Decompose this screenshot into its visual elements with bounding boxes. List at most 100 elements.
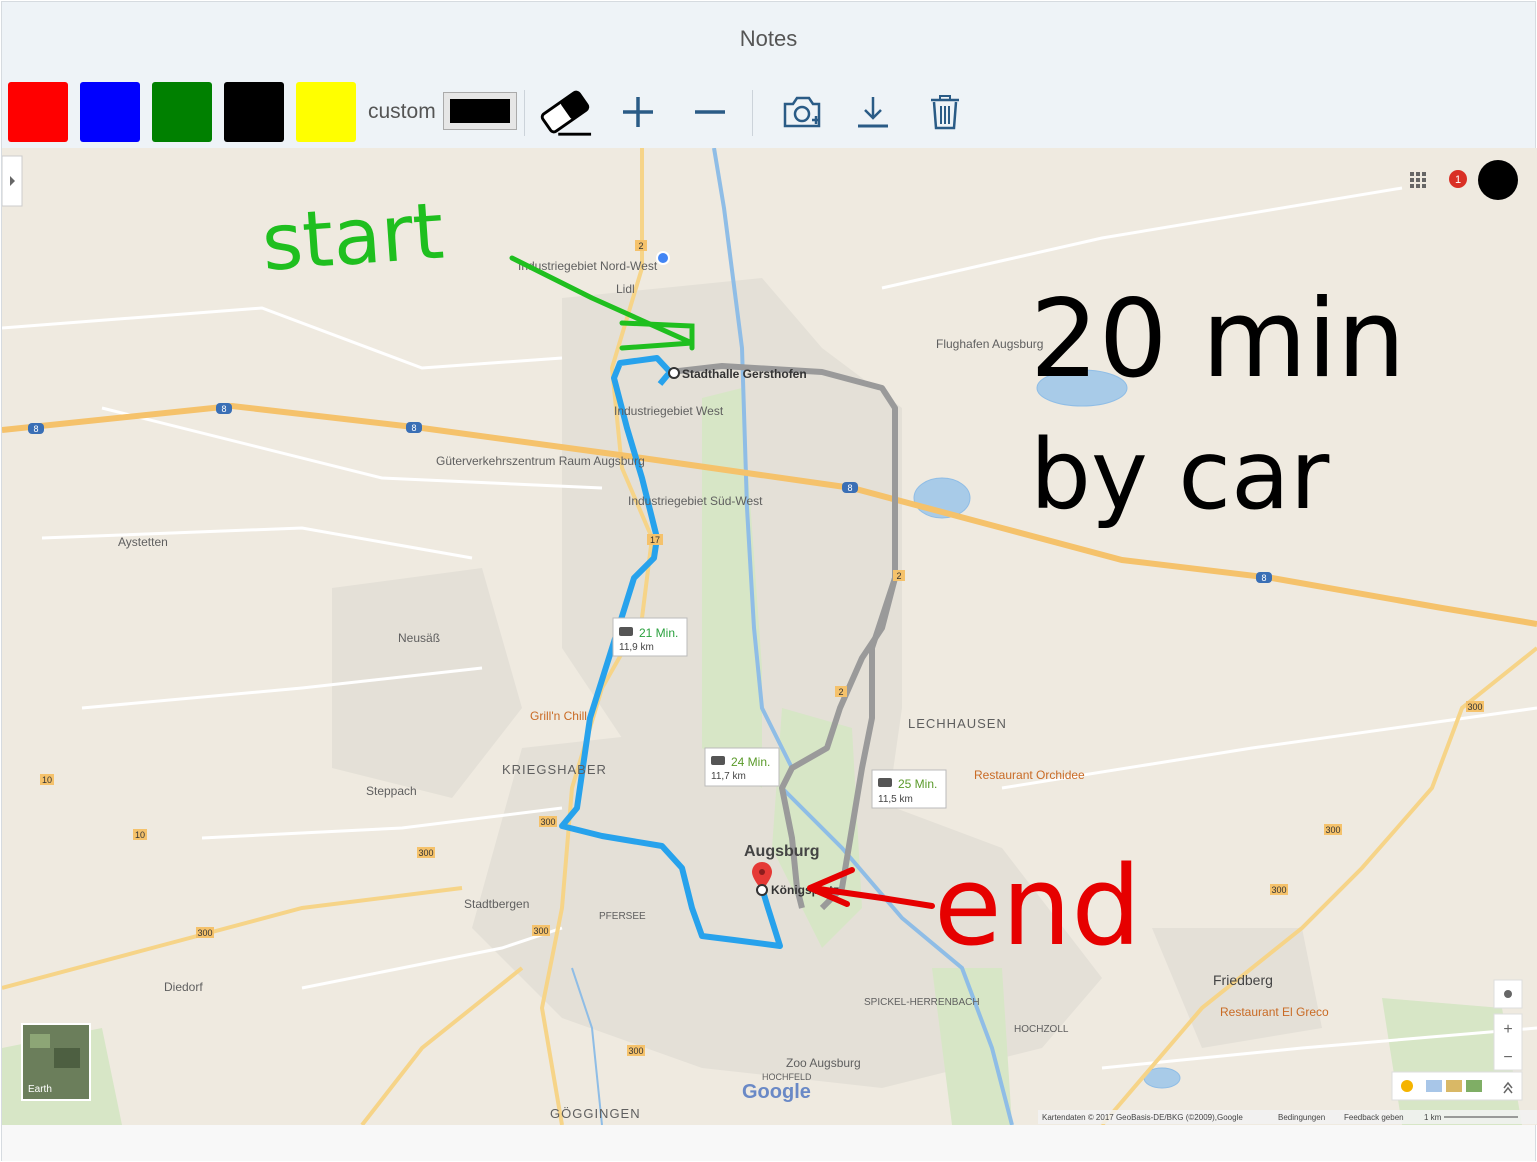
download-button[interactable]: [845, 86, 901, 138]
place-stadthalle: Stadthalle Gersthofen: [682, 367, 807, 381]
window-title: Notes: [739, 26, 798, 51]
terms-link[interactable]: Bedingungen: [1278, 1113, 1325, 1122]
route-distance: 11,7 km: [711, 771, 746, 782]
road-badge: 10: [42, 775, 52, 785]
annotation-duration-line1: 20 min: [1030, 277, 1405, 402]
scale-label: 1 km: [1424, 1113, 1442, 1122]
annotation-duration-line2: by car: [1030, 419, 1330, 531]
place-flughafen: Flughafen Augsburg: [936, 337, 1043, 351]
zoom-out-icon: [695, 110, 725, 114]
place-grill: Grill'n Chill: [530, 709, 587, 723]
current-location-icon: [656, 251, 670, 265]
sidebar-toggle[interactable]: [2, 155, 23, 207]
annotation-end: end: [934, 842, 1141, 970]
layer-thumbnail[interactable]: [1466, 1080, 1482, 1092]
place-industriegebiet-west: Industriegebiet West: [614, 404, 724, 418]
road-badge: 10: [135, 830, 145, 840]
route-info-2[interactable]: 24 Min. 11,7 km: [704, 747, 780, 787]
feedback-link[interactable]: Feedback geben: [1344, 1113, 1404, 1122]
notification-count: 1: [1455, 174, 1461, 186]
place-hochzoll: HOCHZOLL: [1014, 1024, 1069, 1035]
place-restaurant-el-greco: Restaurant El Greco: [1220, 1005, 1329, 1019]
road-badge: 8: [33, 424, 38, 434]
road-badge: 300: [1271, 885, 1286, 895]
road-badge: 300: [418, 848, 433, 858]
road-badge: 300: [533, 926, 548, 936]
delete-button[interactable]: [917, 86, 973, 138]
route-distance: 11,9 km: [619, 642, 654, 653]
map-layers-bar[interactable]: [1391, 1071, 1523, 1101]
toolbar-divider: [752, 90, 753, 136]
add-image-button[interactable]: [774, 86, 830, 138]
map-zoom-out-button[interactable]: −: [1503, 1049, 1512, 1066]
pegman-icon[interactable]: [1401, 1080, 1413, 1092]
place-neusaess: Neusäß: [398, 631, 440, 645]
place-lechhausen: LECHHAUSEN: [908, 716, 1007, 731]
footer-bar: [2, 1125, 1535, 1161]
delete-icon: [931, 95, 959, 130]
custom-color-picker[interactable]: [443, 92, 517, 130]
place-goeggingen: GÖGGINGEN: [550, 1106, 641, 1121]
earth-label: Earth: [28, 1084, 52, 1095]
eraser-icon: [540, 90, 592, 136]
avatar[interactable]: [1478, 160, 1518, 200]
route-info-1[interactable]: 21 Min. 11,9 km: [612, 617, 688, 657]
road-badge: 8: [1261, 573, 1266, 583]
place-kriegshaber: KRIEGSHABER: [502, 762, 607, 777]
map-zoom-controls: + −: [1493, 979, 1523, 1071]
car-icon: [878, 778, 892, 787]
zoom-in-button[interactable]: [610, 86, 666, 138]
color-yellow-button[interactable]: [296, 82, 356, 142]
attribution-bar: Kartendaten © 2017 GeoBasis-DE/BKG (©200…: [1038, 1110, 1537, 1124]
layer-thumbnail[interactable]: [1446, 1080, 1462, 1092]
add-image-icon: [783, 96, 821, 128]
route-time: 24 Min.: [731, 755, 770, 769]
attribution-text: Kartendaten © 2017 GeoBasis-DE/BKG (©200…: [1042, 1113, 1243, 1122]
earth-view-toggle[interactable]: Earth: [21, 1023, 91, 1101]
road-badge: 17: [650, 535, 660, 545]
color-red-button[interactable]: [8, 82, 68, 142]
car-icon: [711, 756, 725, 765]
zoom-out-button[interactable]: [682, 86, 738, 138]
toolbar: custom: [2, 78, 1535, 149]
road-badge: 2: [638, 241, 643, 251]
road-badge: 300: [628, 1046, 643, 1056]
place-pfersee: PFERSEE: [599, 911, 646, 922]
color-blue-button[interactable]: [80, 82, 140, 142]
map-zoom-in-button[interactable]: +: [1503, 1021, 1512, 1038]
map-canvas[interactable]: 2 17 2 2 8 8 8 8 8 300 300 300 300 300 3…: [2, 148, 1537, 1125]
annotation-start: start: [259, 187, 447, 289]
place-gueterverkehr: Güterverkehrszentrum Raum Augsburg: [436, 454, 645, 468]
map-svg[interactable]: 2 17 2 2 8 8 8 8 8 300 300 300 300 300 3…: [2, 148, 1537, 1125]
place-restaurant-orchidee: Restaurant Orchidee: [974, 768, 1085, 782]
place-spickel: SPICKEL-HERRENBACH: [864, 997, 980, 1008]
color-black-button[interactable]: [224, 82, 284, 142]
road-badge: 300: [1325, 825, 1340, 835]
place-steppach: Steppach: [366, 784, 417, 798]
place-aystetten: Aystetten: [118, 535, 168, 549]
route-info-3[interactable]: 25 Min. 11,5 km: [871, 769, 947, 809]
place-stadtbergen: Stadtbergen: [464, 897, 529, 911]
place-diedorf: Diedorf: [164, 980, 203, 994]
notes-window: Notes custom 2 17 2 2 8 8 8 8 8 300 300 …: [1, 1, 1537, 1161]
place-lidl: Lidl: [616, 282, 635, 296]
eraser-button[interactable]: [537, 86, 593, 138]
color-green-button[interactable]: [152, 82, 212, 142]
road-badge: 8: [847, 483, 852, 493]
place-augsburg: Augsburg: [744, 843, 820, 860]
road-badge: 300: [197, 928, 212, 938]
road-badge: 8: [221, 404, 226, 414]
toolbar-divider: [524, 90, 525, 136]
title-bar: Notes: [2, 2, 1535, 78]
car-icon: [619, 627, 633, 636]
google-logo: Google: [742, 1081, 811, 1103]
road-badge: 2: [896, 571, 901, 581]
start-marker-icon: [668, 367, 680, 379]
custom-color-preview: [450, 99, 510, 123]
zoom-in-icon: [623, 97, 653, 127]
road-badge: 300: [1467, 702, 1482, 712]
route-time: 25 Min.: [898, 777, 937, 791]
apps-grid-icon[interactable]: [1410, 172, 1426, 188]
layer-thumbnail[interactable]: [1426, 1080, 1442, 1092]
place-industriegebiet-sw: Industriegebiet Süd-West: [628, 494, 763, 508]
